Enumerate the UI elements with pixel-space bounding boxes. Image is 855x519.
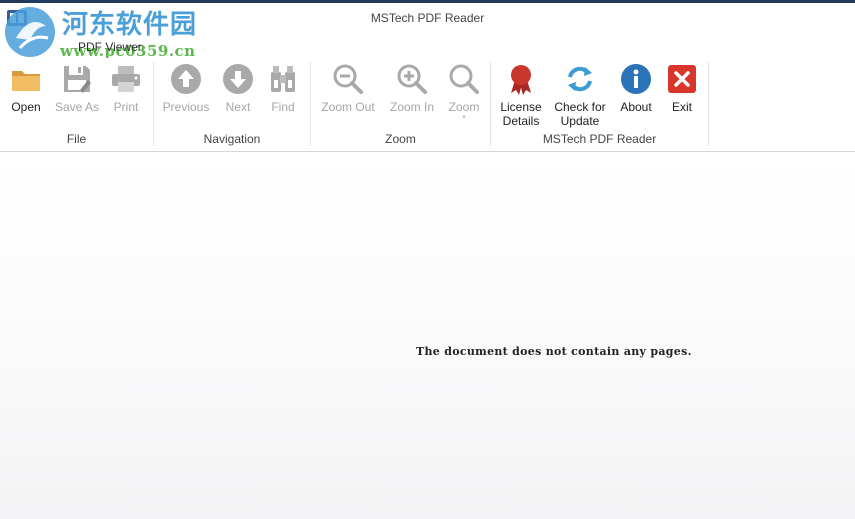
ribbon-group-navigation: Previous Next Find Navigation [154, 58, 310, 148]
find-button[interactable]: Find [264, 60, 302, 130]
document-viewer[interactable]: The document does not contain any pages. [0, 153, 855, 519]
arrow-down-circle-icon [223, 64, 253, 94]
group-label-navigation: Navigation [203, 132, 261, 146]
group-label-zoom: Zoom [385, 132, 416, 146]
zoom-in-icon [397, 64, 427, 94]
update-label-line1: Check for [554, 100, 606, 114]
ribbon-group-zoom: Zoom Out Zoom In Zoom ▾ Zoom [311, 58, 490, 148]
info-icon [621, 64, 651, 94]
license-label-line1: License [500, 100, 542, 114]
zoom-dropdown-button[interactable]: Zoom ▾ [445, 60, 483, 130]
zoom-in-button[interactable]: Zoom In [385, 60, 439, 130]
magnifier-icon [449, 64, 479, 94]
ribbon-group-file: Open Save As Print File [0, 58, 153, 148]
watermark-logo-icon [5, 7, 55, 57]
license-label-line2: Details [502, 114, 540, 128]
printer-icon [112, 66, 140, 92]
print-label: Print [113, 100, 139, 114]
group-label-file: File [66, 132, 87, 146]
find-label: Find [271, 100, 295, 114]
save-as-button[interactable]: Save As [52, 60, 102, 130]
check-for-update-button[interactable]: Check for Update [551, 60, 609, 130]
about-button[interactable]: About [615, 60, 657, 130]
zoom-out-icon [333, 64, 363, 94]
watermark-text: 河东软件园 [62, 10, 198, 40]
about-label: About [620, 100, 652, 114]
ribbon-group-app: License Details Check for Update About E… [491, 58, 708, 148]
exit-button[interactable]: Exit [663, 60, 701, 130]
update-label-line2: Update [560, 114, 600, 128]
open-button[interactable]: Open [6, 60, 46, 130]
chevron-down-icon: ▾ [462, 114, 466, 121]
next-button[interactable]: Next [218, 60, 258, 130]
ribbon: Open Save As Print File Previous Next Fi… [0, 58, 855, 152]
print-button[interactable]: Print [106, 60, 146, 130]
exit-label: Exit [671, 100, 692, 114]
empty-document-message: The document does not contain any pages. [416, 345, 692, 358]
arrow-up-circle-icon [171, 64, 201, 94]
license-details-label: License Details [500, 100, 541, 128]
award-ribbon-icon [511, 65, 531, 95]
open-label: Open [11, 100, 41, 114]
next-label: Next [225, 100, 251, 114]
zoom-in-label: Zoom In [389, 100, 434, 114]
previous-button[interactable]: Previous [160, 60, 212, 130]
zoom-label: Zoom [448, 100, 480, 114]
zoom-out-label: Zoom Out [321, 100, 375, 114]
previous-label: Previous [162, 100, 210, 114]
binoculars-icon [271, 66, 295, 92]
check-for-update-label: Check for Update [554, 100, 605, 128]
group-separator [708, 62, 709, 146]
tab-pdf-viewer[interactable]: PDF Viewer [66, 38, 154, 56]
save-as-label: Save As [54, 100, 100, 114]
close-icon [668, 65, 696, 93]
save-icon [64, 66, 91, 93]
folder-icon [12, 71, 40, 91]
refresh-icon [568, 66, 592, 92]
group-label-app: MSTech PDF Reader [542, 132, 657, 146]
license-details-button[interactable]: License Details [497, 60, 545, 130]
zoom-out-button[interactable]: Zoom Out [317, 60, 379, 130]
